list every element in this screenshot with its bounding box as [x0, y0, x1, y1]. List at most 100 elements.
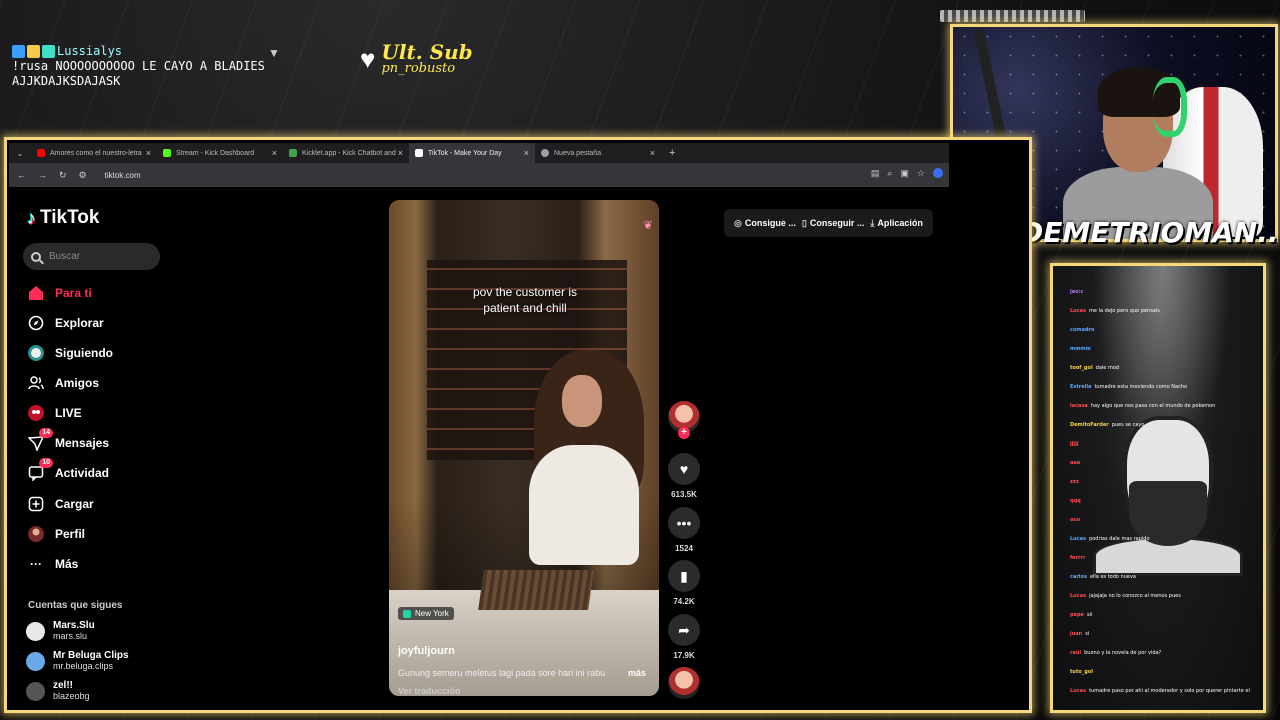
nav-label: Mensajes — [55, 436, 110, 450]
coins-button[interactable]: ◎ Consigue ... — [734, 218, 796, 229]
chat-line: Estrella tumadre esta moviendo como Nacho — [1070, 377, 1260, 396]
close-icon[interactable]: × — [272, 148, 277, 158]
nav-label: Explorar — [55, 316, 104, 330]
chat-line: raul bueno y la novela de por vida? — [1070, 643, 1260, 662]
translate-icon[interactable]: ▤ — [871, 168, 880, 179]
chat-username: comadre — [1070, 326, 1095, 333]
close-icon[interactable]: × — [650, 148, 655, 158]
nav-perfil[interactable]: Perfil — [27, 525, 85, 543]
coins-label: Consigue ... — [744, 217, 796, 228]
nav-cargar[interactable]: Cargar — [27, 495, 94, 513]
profile-icon[interactable] — [933, 168, 943, 178]
video-player[interactable]: ❦ pov the customer is patient and chill … — [389, 200, 659, 696]
back-icon[interactable]: ← — [17, 170, 26, 180]
tab-kicklet[interactable]: Kicklet.app - Kick Chatbot and × — [283, 143, 409, 163]
chat-line: aaa — [1070, 453, 1260, 472]
tab-kick-dashboard[interactable]: Stream - Kick Dashboard × — [157, 143, 283, 163]
more-link[interactable]: más — [628, 668, 646, 678]
activity-badge: 10 — [39, 458, 53, 468]
tab-tiktok[interactable]: TikTok - Make Your Day × — [409, 143, 535, 163]
cast-icon[interactable]: ▣ — [900, 168, 909, 179]
reload-icon[interactable]: ↻ — [59, 170, 67, 181]
headset-icon — [1153, 77, 1187, 137]
account-handle: blazeobg — [53, 691, 90, 701]
stream-chat-panel: jeo:c Lucas me la dejo pero que pensais com… — [1050, 263, 1266, 713]
overlay-chat-user: Lussialys — [12, 44, 272, 59]
nav-mensajes[interactable]: 14 Mensajes — [27, 428, 110, 452]
video-author[interactable]: joyfuljourn — [398, 645, 455, 657]
following-icon — [27, 344, 45, 362]
follow-plus-icon[interactable]: + — [678, 427, 690, 439]
share-count: 17.9K — [673, 651, 695, 660]
nav-live[interactable]: LIVE — [27, 404, 82, 422]
youtube-icon — [37, 149, 45, 157]
address-bar: ← → ↻ ⚙ tiktok.com ▤ ⌕ ▣ ☆ — [9, 163, 949, 187]
nav-mas[interactable]: ··· Más — [27, 555, 78, 573]
save-count: 74.2K — [673, 597, 695, 606]
close-icon[interactable]: × — [398, 148, 403, 158]
close-icon[interactable]: × — [146, 148, 151, 158]
following-account[interactable]: Mr Beluga Clips mr.beluga.clips — [26, 650, 129, 672]
site-info-icon[interactable]: ⚙ — [79, 170, 87, 181]
close-icon[interactable]: × — [524, 148, 529, 158]
chat-line: carlos ella es todo nueva — [1070, 567, 1260, 586]
forward-icon[interactable]: → — [38, 170, 47, 180]
following-account[interactable]: zel!! blazeobg — [26, 680, 90, 702]
nav-label: Amigos — [55, 376, 100, 390]
nav-label: Perfil — [55, 527, 86, 541]
search-input[interactable]: Buscar — [23, 243, 160, 270]
nav-amigos[interactable]: Amigos — [27, 374, 99, 392]
chat-line: jeo:c — [1070, 282, 1260, 301]
location-icon — [403, 609, 411, 618]
nav-para-ti[interactable]: Para ti — [27, 284, 92, 302]
chat-line: DemitoFarder pues se cayo — [1070, 415, 1260, 434]
bookmark-star-icon[interactable]: ☆ — [917, 168, 925, 179]
nav-label: LIVE — [55, 406, 82, 420]
avatar — [26, 681, 45, 701]
get-app-button[interactable]: ▯ Conseguir ... — [802, 218, 864, 229]
address-bar-icons: ▤ ⌕ ▣ ☆ — [871, 168, 943, 179]
ultimate-sub-widget: ♥ Ult. Sub pn_robusto — [360, 42, 473, 76]
nav-actividad[interactable]: 10 Actividad — [27, 458, 109, 482]
location-tag[interactable]: New York — [398, 607, 454, 620]
chrome-icon — [541, 149, 549, 157]
zoom-icon[interactable]: ⌕ — [887, 168, 892, 179]
following-account[interactable]: Mars.Slu mars.slu — [26, 620, 95, 642]
translate-link[interactable]: Ver traducción — [398, 686, 461, 696]
tiktok-note-icon: ♪ — [27, 207, 36, 228]
chat-line: Lucas me la dejo pero que pensais — [1070, 301, 1260, 320]
chat-line: qqq — [1070, 491, 1260, 510]
tab-search-icon[interactable]: ⌄ — [9, 149, 31, 158]
like-button[interactable]: ♥ 613.5K — [668, 453, 700, 499]
nav-explorar[interactable]: Explorar — [27, 314, 104, 332]
overlay-chat-message: Lussialys !rusa NOOOOOOOOOO LE CAYO A BL… — [12, 44, 272, 89]
activity-icon: 10 — [27, 458, 53, 482]
music-disc-icon[interactable] — [668, 667, 700, 699]
tab-amores[interactable]: Amores como el nuestro-letra × — [31, 143, 157, 163]
chat-username: tuto_gol — [1070, 668, 1094, 675]
chat-text: hay algo que nos pasa con el mundo de po… — [1090, 402, 1216, 409]
new-tab-button[interactable]: + — [661, 147, 683, 159]
chat-text: sii — [1086, 611, 1093, 618]
nav-label: Cargar — [55, 497, 94, 511]
chat-username: toof_gol — [1070, 364, 1093, 371]
chat-username: lacasa — [1070, 402, 1088, 409]
basket — [478, 570, 594, 610]
tiktok-logo[interactable]: ♪ TikTok — [27, 207, 99, 229]
tab-new[interactable]: Nueva pestaña × — [535, 143, 661, 163]
chat-text: ella es todo nueva — [1089, 573, 1136, 580]
badge-icon — [12, 45, 25, 58]
save-button[interactable]: ▮ 74.2K — [668, 560, 700, 606]
chat-username: raul — [1070, 649, 1082, 656]
share-button[interactable]: ➦ 17.9K — [668, 614, 700, 660]
comment-button[interactable]: ••• 1524 — [668, 507, 700, 553]
chat-line: ferrrr — [1070, 548, 1260, 567]
download-app-button[interactable]: ⤓ Aplicación — [870, 218, 923, 229]
tab-label: Kicklet.app - Kick Chatbot and — [302, 149, 396, 157]
nav-siguiendo[interactable]: Siguiendo — [27, 344, 113, 362]
messages-badge: 14 — [39, 428, 53, 438]
nav-label: Siguiendo — [55, 346, 113, 360]
search-icon — [31, 251, 41, 262]
chat-username: jjjjj — [1070, 440, 1079, 447]
url-input[interactable]: tiktok.com — [105, 171, 141, 180]
